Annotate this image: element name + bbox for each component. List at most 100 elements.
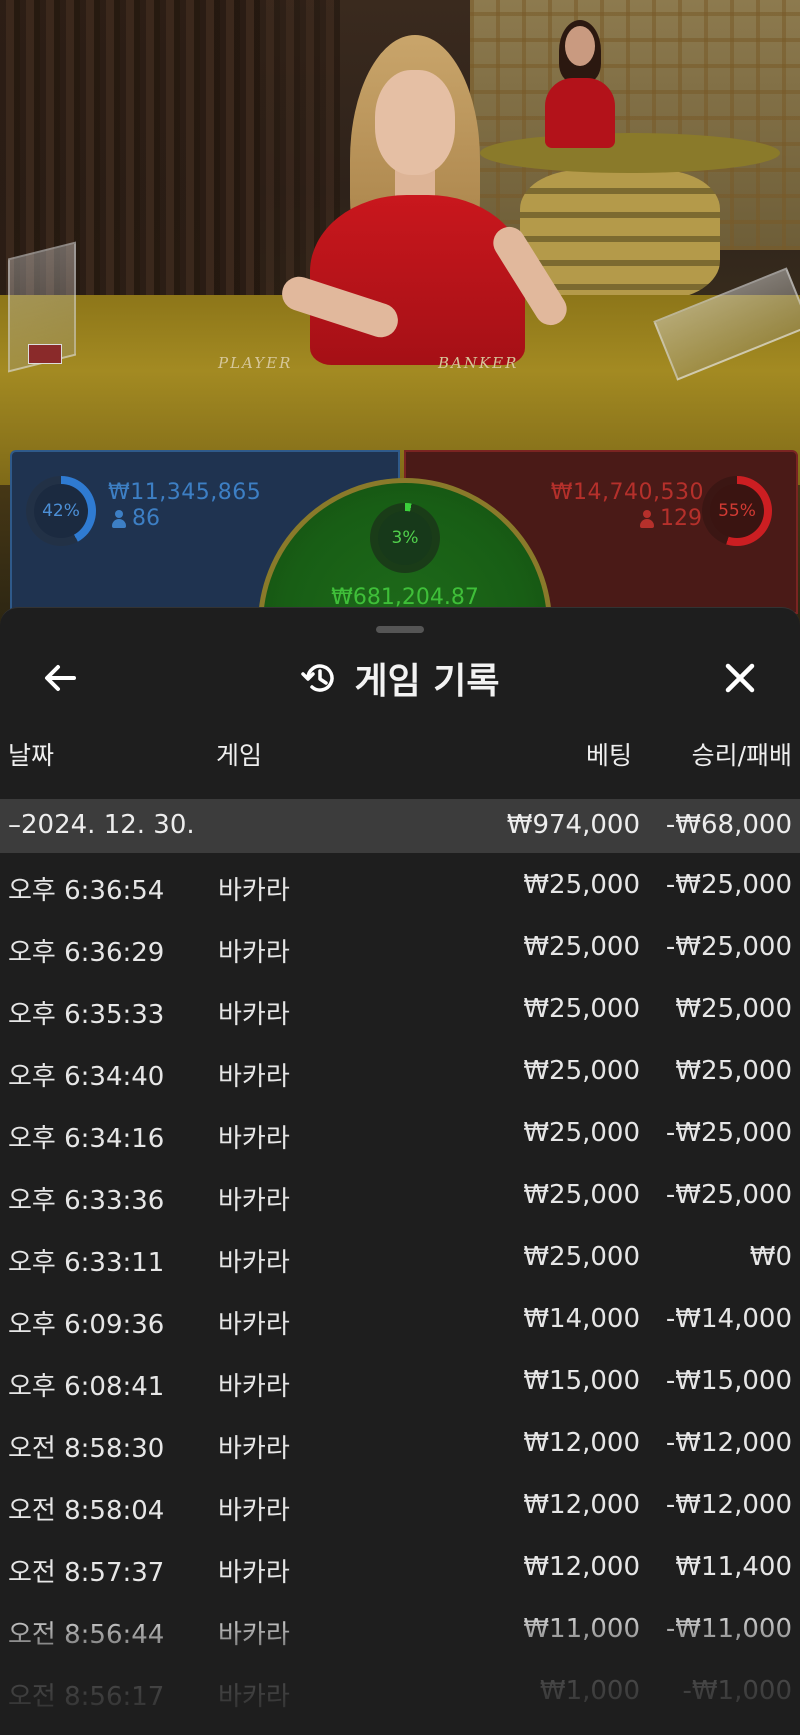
column-bet: 베팅 (585, 741, 632, 770)
date-group-header[interactable]: –2024. 12. 30. ₩974,000 -₩68,000 (0, 799, 800, 853)
banker-bet-amount: ₩14,740,530 (550, 480, 704, 505)
row-game: 바카라 (218, 1062, 290, 1092)
row-bet: ₩25,000 (523, 1056, 640, 1086)
table-row[interactable]: 오후 6:33:11 바카라 ₩25,000 ₩0 (0, 1225, 800, 1287)
banker-count-value: 129 (660, 506, 702, 531)
row-result: ₩11,400 (675, 1552, 792, 1582)
row-game: 바카라 (218, 1000, 290, 1030)
person-icon (112, 509, 126, 528)
table-row[interactable]: 오후 6:08:41 바카라 ₩15,000 -₩15,000 (0, 1349, 800, 1411)
dealer (277, 30, 573, 370)
row-bet: ₩25,000 (523, 1242, 640, 1272)
game-history-sheet: 게임 기록 날짜 게임 베팅 승리/패배 –2024. 12. 30. ₩974… (0, 607, 800, 1735)
table-row[interactable]: 오전 8:58:30 바카라 ₩12,000 -₩12,000 (0, 1411, 800, 1473)
row-result: -₩11,000 (665, 1614, 792, 1644)
tie-percent: 3% (378, 511, 432, 565)
table-player-label: PLAYER (218, 354, 293, 372)
close-button[interactable] (710, 648, 770, 708)
close-icon (725, 663, 755, 693)
banker-count: 129 (640, 506, 702, 531)
row-result: -₩25,000 (665, 870, 792, 900)
page-title: 게임 기록 (354, 661, 500, 702)
date-group-result-total: -₩68,000 (665, 810, 792, 840)
sheet-header: 게임 기록 (0, 653, 800, 703)
row-game: 바카라 (218, 1310, 290, 1340)
row-game: 바카라 (218, 1682, 290, 1712)
row-bet: ₩1,000 (539, 1676, 640, 1706)
table-row[interactable]: 오전 8:58:04 바카라 ₩12,000 -₩12,000 (0, 1473, 800, 1535)
person-icon (640, 509, 654, 528)
player-count: 86 (112, 506, 160, 531)
row-time: 오후 6:09:36 (8, 1310, 165, 1340)
row-game: 바카라 (218, 1186, 290, 1216)
date-group-bet-total: ₩974,000 (506, 810, 640, 840)
row-result: -₩14,000 (665, 1304, 792, 1334)
row-time: 오후 6:33:36 (8, 1186, 165, 1216)
table-row[interactable]: 오전 8:57:37 바카라 ₩12,000 ₩11,400 (0, 1535, 800, 1597)
row-bet: ₩12,000 (523, 1552, 640, 1582)
row-time: 오후 6:35:33 (8, 1000, 165, 1030)
row-bet: ₩25,000 (523, 994, 640, 1024)
row-time: 오후 6:36:29 (8, 938, 165, 968)
row-game: 바카라 (218, 938, 290, 968)
row-game: 바카라 (218, 1248, 290, 1278)
row-result: -₩1,000 (682, 1676, 792, 1706)
row-bet: ₩25,000 (523, 1118, 640, 1148)
row-bet: ₩25,000 (523, 932, 640, 962)
table-row[interactable]: 오후 6:34:16 바카라 ₩25,000 -₩25,000 (0, 1101, 800, 1163)
row-time: 오후 6:34:40 (8, 1062, 165, 1092)
sheet-drag-handle[interactable] (376, 626, 424, 633)
table-row[interactable]: 오후 6:35:33 바카라 ₩25,000 ₩25,000 (0, 977, 800, 1039)
banker-percent-ring: 55% (702, 476, 772, 546)
row-bet: ₩15,000 (523, 1366, 640, 1396)
row-bet: ₩25,000 (523, 1180, 640, 1210)
card-back (28, 344, 62, 364)
player-count-value: 86 (132, 506, 160, 531)
table-row[interactable]: 오전 8:56:17 바카라 ₩1,000 -₩1,000 (0, 1659, 800, 1721)
tie-percent-ring: 3% (370, 503, 440, 573)
row-result: -₩12,000 (665, 1490, 792, 1520)
row-time: 오전 8:56:44 (8, 1620, 165, 1650)
row-time: 오후 6:36:54 (8, 876, 165, 906)
row-time: 오전 8:56:17 (8, 1682, 165, 1712)
row-result: -₩25,000 (665, 1118, 792, 1148)
player-percent: 42% (34, 484, 88, 538)
column-game: 게임 (216, 741, 263, 770)
row-result: ₩0 (749, 1242, 792, 1272)
row-bet: ₩14,000 (523, 1304, 640, 1334)
row-game: 바카라 (218, 1558, 290, 1588)
row-time: 오후 6:34:16 (8, 1124, 165, 1154)
banker-percent: 55% (710, 484, 764, 538)
row-time: 오전 8:58:04 (8, 1496, 165, 1526)
table-row[interactable]: 오전 8:56:44 바카라 ₩11,000 -₩11,000 (0, 1597, 800, 1659)
table-row[interactable]: 오후 6:36:29 바카라 ₩25,000 -₩25,000 (0, 915, 800, 977)
row-result: ₩25,000 (675, 1056, 792, 1086)
row-result: ₩25,000 (675, 994, 792, 1024)
row-bet: ₩11,000 (523, 1614, 640, 1644)
table-row[interactable]: 오후 6:33:36 바카라 ₩25,000 -₩25,000 (0, 1163, 800, 1225)
row-bet: ₩12,000 (523, 1490, 640, 1520)
row-time: 오전 8:57:37 (8, 1558, 165, 1588)
table-row[interactable]: 오후 6:34:40 바카라 ₩25,000 ₩25,000 (0, 1039, 800, 1101)
player-bet-amount: ₩11,345,865 (108, 480, 262, 505)
table-row[interactable]: 오후 6:36:54 바카라 ₩25,000 -₩25,000 (0, 853, 800, 915)
row-game: 바카라 (218, 1496, 290, 1526)
date-group-date: –2024. 12. 30. (8, 810, 195, 840)
row-result: -₩15,000 (665, 1366, 792, 1396)
table-banker-label: BANKER (438, 354, 519, 372)
row-time: 오후 6:33:11 (8, 1248, 165, 1278)
column-date: 날짜 (8, 741, 55, 770)
row-time: 오후 6:08:41 (8, 1372, 165, 1402)
row-game: 바카라 (218, 1372, 290, 1402)
row-result: -₩12,000 (665, 1428, 792, 1458)
player-percent-ring: 42% (26, 476, 96, 546)
column-result: 승리/패배 (691, 741, 792, 770)
row-bet: ₩12,000 (523, 1428, 640, 1458)
row-game: 바카라 (218, 1620, 290, 1650)
row-bet: ₩25,000 (523, 870, 640, 900)
row-result: -₩25,000 (665, 1180, 792, 1210)
row-game: 바카라 (218, 876, 290, 906)
history-icon (301, 664, 335, 692)
row-result: -₩25,000 (665, 932, 792, 962)
table-row[interactable]: 오후 6:09:36 바카라 ₩14,000 -₩14,000 (0, 1287, 800, 1349)
